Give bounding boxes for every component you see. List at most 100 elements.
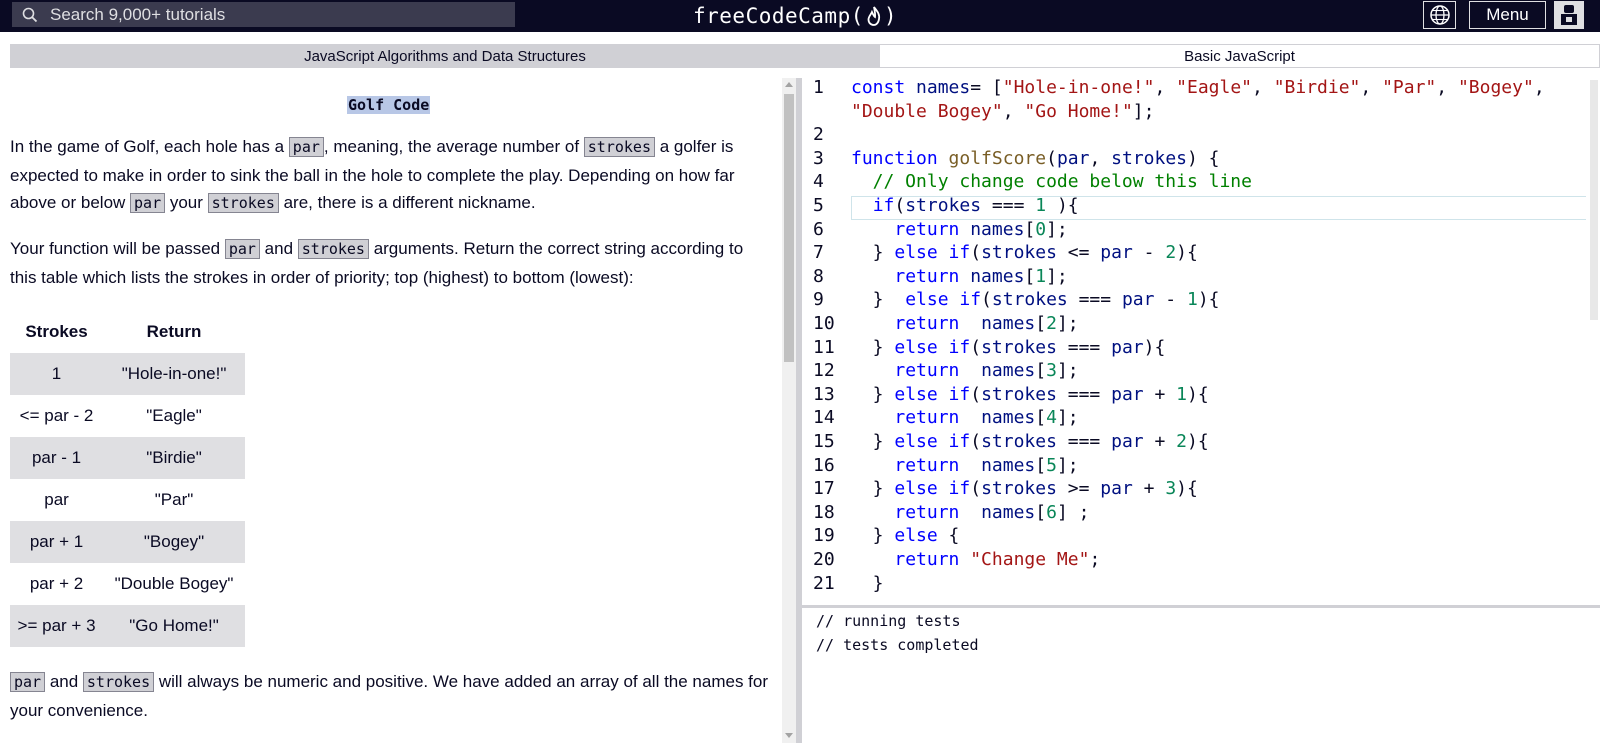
code-token: === bbox=[1056, 383, 1112, 405]
freecodecamp-logo[interactable]: freeCodeCamp( ) bbox=[693, 0, 897, 32]
code-token: [ bbox=[1035, 360, 1047, 382]
code-token: } bbox=[851, 242, 895, 264]
line-number: 1 bbox=[813, 78, 824, 98]
code-token: 2 bbox=[1176, 431, 1187, 452]
code-token: , bbox=[1089, 147, 1112, 169]
inline-code: strokes bbox=[583, 137, 655, 157]
return-cell: "Eagle" bbox=[146, 406, 202, 425]
breadcrumb-block[interactable]: Basic JavaScript bbox=[880, 44, 1600, 68]
code-text: } else if(strokes === par){ bbox=[851, 336, 1166, 360]
code-editor[interactable]: 1 const names= ["Hole-in-one!", "Eagle", … bbox=[802, 78, 1600, 603]
code-token: return bbox=[894, 218, 971, 240]
return-cell: "Par" bbox=[154, 490, 194, 509]
code-token: >= bbox=[1056, 478, 1101, 500]
search-icon bbox=[22, 7, 38, 22]
scroll-down-arrow-icon[interactable] bbox=[785, 733, 793, 738]
code-text: const names= ["Hole-in-one!", "Eagle", "… bbox=[851, 78, 1545, 100]
code-token: names bbox=[981, 501, 1036, 523]
code-token: = [ bbox=[970, 78, 1003, 98]
code-text: return names[6] ; bbox=[851, 501, 1089, 525]
code-token: } bbox=[851, 383, 895, 405]
code-token: ){ bbox=[1186, 431, 1209, 452]
return-cell: "Bogey" bbox=[103, 521, 245, 563]
code-token: ( bbox=[970, 431, 982, 452]
code-token: [ bbox=[1035, 313, 1047, 334]
search-input[interactable] bbox=[50, 4, 490, 25]
output-console: // running tests // tests completed bbox=[802, 605, 1600, 743]
return-cell: "Double Bogey" bbox=[114, 574, 234, 593]
code-token: const bbox=[851, 78, 917, 98]
code-token: - bbox=[1132, 242, 1166, 264]
user-avatar[interactable] bbox=[1554, 1, 1584, 29]
breadcrumb-superblock[interactable]: JavaScript Algorithms and Data Structure… bbox=[10, 44, 890, 68]
code-token: [ bbox=[1035, 454, 1047, 476]
line-number: 6 bbox=[813, 218, 824, 240]
code-token: strokes bbox=[981, 242, 1057, 264]
code-token: names bbox=[981, 360, 1036, 382]
line-number: 7 bbox=[813, 242, 824, 264]
code-token: "Birdie" bbox=[1273, 78, 1361, 98]
code-token: // Only change code below this line bbox=[851, 171, 1252, 193]
instructions-paragraph-2: Your function will be passed par and str… bbox=[10, 235, 770, 291]
code-token: 3 bbox=[1165, 478, 1177, 500]
line-number: 12 bbox=[813, 360, 835, 382]
code-token: return bbox=[894, 549, 971, 570]
paragraph-text: In the game of Golf, each hole has a bbox=[10, 137, 289, 156]
code-text: function golfScore(par, strokes) { bbox=[851, 147, 1220, 171]
code-token: , bbox=[1436, 78, 1458, 98]
code-token: "Par" bbox=[1382, 78, 1437, 98]
code-token: strokes bbox=[981, 478, 1057, 500]
top-navbar: freeCodeCamp( ) Menu bbox=[0, 0, 1600, 32]
code-token: names bbox=[981, 313, 1036, 334]
code-token: ]; bbox=[1046, 218, 1068, 240]
editor-scrollbar[interactable] bbox=[1586, 78, 1600, 603]
strokes-cell: par bbox=[44, 490, 69, 509]
line-number: 13 bbox=[813, 383, 835, 405]
code-token: , bbox=[1154, 78, 1177, 98]
editor-scrollbar-thumb[interactable] bbox=[1590, 80, 1598, 320]
brand-text-right: ) bbox=[883, 4, 898, 28]
line-number: 16 bbox=[813, 454, 835, 476]
code-token: strokes bbox=[1111, 147, 1187, 169]
instructions-scrollbar[interactable] bbox=[782, 78, 796, 743]
strokes-cell: 1 bbox=[10, 353, 104, 395]
code-token: ; bbox=[1089, 549, 1101, 570]
menu-button[interactable]: Menu bbox=[1469, 1, 1546, 29]
return-cell: "Go Home!" bbox=[103, 605, 245, 647]
table-row: 1 "Hole-in-one!" bbox=[10, 353, 245, 395]
challenge-title: Golf Code bbox=[347, 96, 431, 114]
language-button[interactable] bbox=[1423, 1, 1456, 29]
code-token: ]; bbox=[1056, 407, 1079, 429]
code-token: } bbox=[851, 289, 906, 311]
code-text: return names[5]; bbox=[851, 454, 1078, 478]
code-token: 6 bbox=[1046, 501, 1057, 523]
code-token: [ bbox=[1024, 218, 1036, 240]
search-bar[interactable] bbox=[12, 2, 515, 27]
code-token: par bbox=[1056, 147, 1090, 169]
code-token: ] ; bbox=[1056, 501, 1090, 523]
brand-text-left: freeCodeCamp( bbox=[693, 4, 864, 28]
strokes-cell: par - 1 bbox=[10, 437, 104, 479]
code-token: [ bbox=[1035, 501, 1047, 523]
instructions-paragraph-3: par and strokes will always be numeric a… bbox=[10, 668, 770, 724]
line-number: 18 bbox=[813, 501, 835, 523]
code-token: 0 bbox=[1035, 218, 1047, 240]
table-row: par + 1 "Bogey" bbox=[10, 521, 245, 563]
code-token: === bbox=[1056, 431, 1112, 452]
paragraph-text: and bbox=[259, 239, 298, 258]
code-token: 3 bbox=[1046, 360, 1057, 382]
code-token: ]; bbox=[1056, 360, 1079, 382]
code-token: else if bbox=[894, 336, 971, 358]
scrollbar-thumb[interactable] bbox=[784, 94, 794, 362]
code-text: return names[1]; bbox=[851, 265, 1067, 289]
code-text: return "Change Me"; bbox=[851, 548, 1100, 572]
score-table: Strokes Return 1 "Hole-in-one!" <= par - 2… bbox=[10, 311, 245, 647]
code-token: else if bbox=[894, 478, 971, 500]
code-token: "Double Bogey" bbox=[851, 100, 1003, 122]
code-token: [ bbox=[1024, 265, 1036, 287]
scroll-up-arrow-icon[interactable] bbox=[785, 82, 793, 87]
code-token: ){ bbox=[1176, 242, 1198, 264]
code-text: return names[2]; bbox=[851, 312, 1078, 336]
